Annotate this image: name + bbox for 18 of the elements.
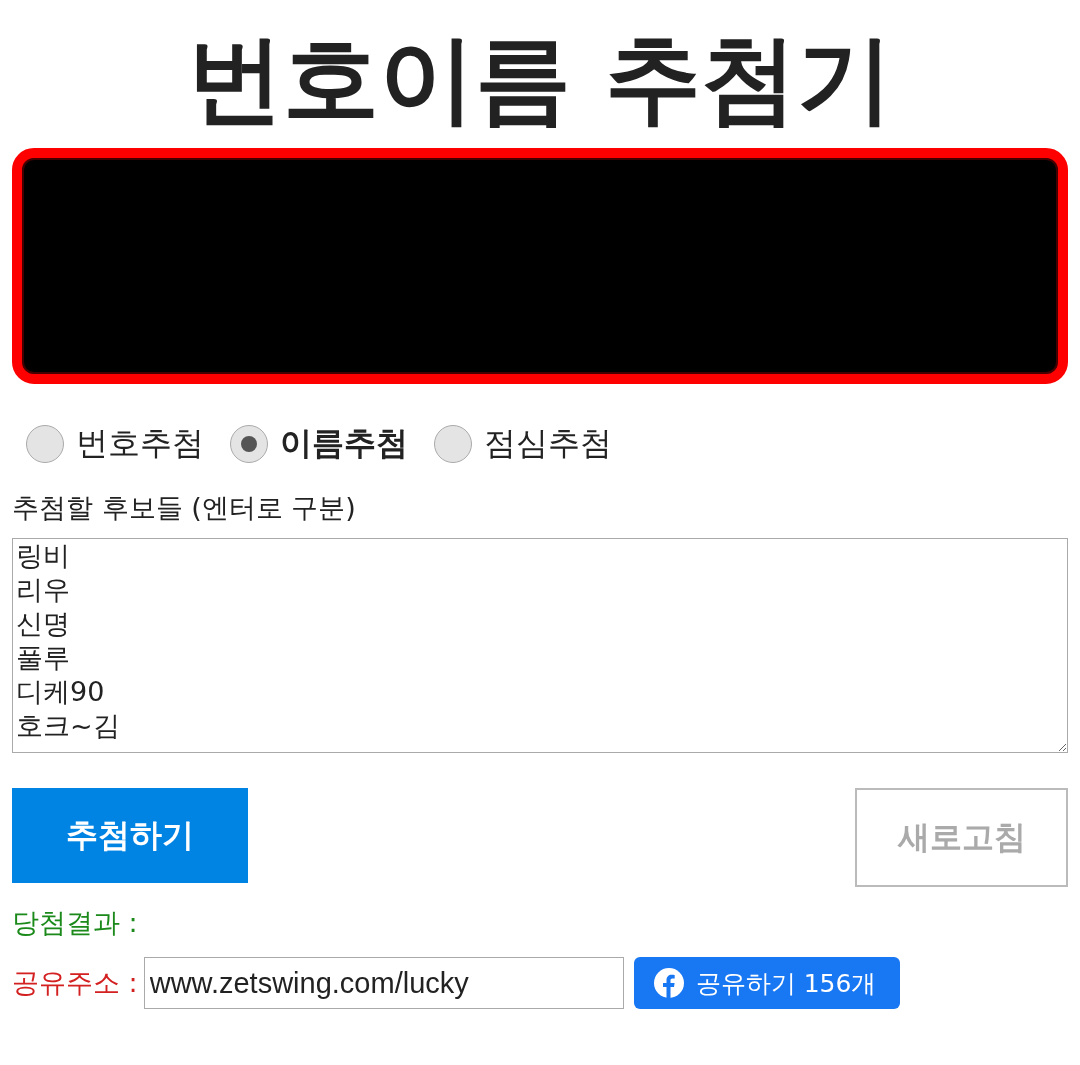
facebook-icon bbox=[653, 968, 684, 998]
page-title: 번호이름 추첨기 bbox=[186, 22, 894, 137]
radio-icon[interactable] bbox=[26, 425, 64, 463]
mode-radio[interactable]: 점심추첨 bbox=[434, 422, 612, 466]
radio-label: 번호추첨 bbox=[76, 423, 204, 464]
radio-icon[interactable] bbox=[230, 425, 268, 463]
url-field[interactable]: www.zetswing.com/lucky bbox=[143, 957, 624, 1009]
result-label: 당첨결과 : bbox=[12, 906, 139, 940]
radio-label: 점심추첨 bbox=[484, 423, 612, 464]
share-label: 공유주소 : bbox=[12, 966, 138, 1000]
draw-button[interactable]: 추첨하기 bbox=[12, 788, 248, 883]
mode-radio[interactable]: 이름추첨 bbox=[230, 422, 408, 466]
share-button[interactable]: 공유하기 156개 bbox=[633, 957, 901, 1009]
radio-icon[interactable] bbox=[434, 425, 472, 463]
candidates-field[interactable]: 링비 리우 신명 풀루 디케90 호크~김 bbox=[12, 538, 1068, 753]
candidates-label: 추첨할 후보들 (엔터로 구분) bbox=[12, 491, 357, 525]
mode-radio[interactable]: 번호추첨 bbox=[26, 422, 204, 466]
radio-label: 이름추첨 bbox=[280, 423, 408, 464]
